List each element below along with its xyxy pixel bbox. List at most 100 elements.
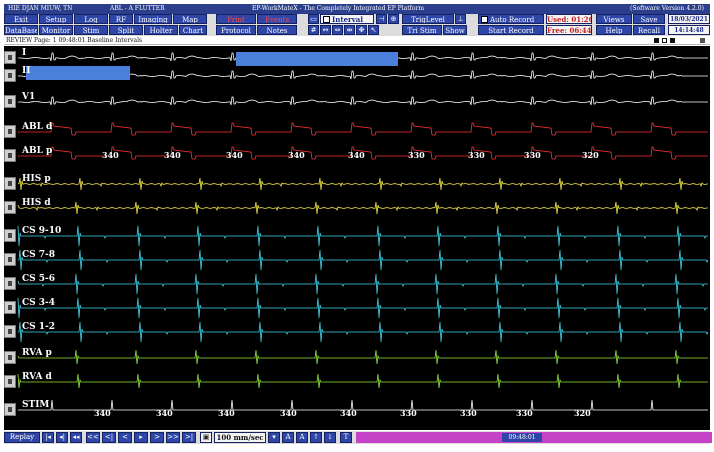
database-button[interactable]: DataBase (4, 25, 38, 35)
forward-icon[interactable]: > (150, 432, 164, 443)
protocol-button[interactable]: Protocol (216, 25, 256, 35)
notes-button[interactable]: Notes (257, 25, 297, 35)
rf-button[interactable]: RF (109, 14, 133, 24)
last-page-icon[interactable]: >| (182, 432, 196, 443)
scroll-down-icon[interactable]: ↓ (324, 432, 336, 443)
channel-handle[interactable] (4, 177, 16, 190)
speed-down-icon[interactable]: ▾ (268, 432, 280, 443)
auto-record-checkbox[interactable] (481, 16, 488, 23)
waveform-rva-d (17, 373, 708, 389)
channel-handle[interactable] (4, 149, 16, 162)
trigger-adjust-icon[interactable]: ⊥ (455, 14, 466, 24)
monitor-button[interactable]: Monitor (39, 25, 73, 35)
print-button[interactable]: Print (216, 14, 256, 24)
redaction-block (26, 66, 130, 80)
app-window: HIE DJAN MIUW, TN ABL - A FLUTTER EP-Wor… (0, 0, 714, 452)
zoom-icon[interactable]: ⊕ (388, 14, 399, 24)
interval-checkbox[interactable] (323, 16, 330, 23)
auto-record-toggle[interactable]: Auto Record (478, 14, 544, 24)
grid-icon[interactable]: # (308, 25, 319, 35)
waveform-stim (18, 399, 708, 411)
trig-level-button[interactable]: TrigLevel (402, 14, 454, 24)
channel-label: I (22, 48, 27, 58)
interval-value: 340 (94, 408, 111, 418)
stim-button[interactable]: Stim (74, 25, 108, 35)
waveform-cs-3-4 (17, 297, 708, 319)
channel-handle[interactable] (4, 229, 16, 242)
help-button[interactable]: Help (596, 25, 632, 35)
interval-toggle[interactable]: Interval (320, 14, 374, 24)
close-pane-icon[interactable] (700, 38, 705, 43)
channel-label: ABL p (22, 146, 53, 156)
interval-value: 340 (288, 150, 305, 160)
caliper-icon[interactable]: ⊣ (376, 14, 387, 24)
replay-button[interactable]: Replay (4, 432, 40, 443)
channel-handle[interactable] (4, 277, 16, 290)
arrow-icon[interactable]: ↖ (368, 25, 379, 35)
gain-icon[interactable]: A (282, 432, 294, 443)
channel-handle[interactable] (4, 301, 16, 314)
channel-handle[interactable] (4, 403, 16, 416)
channel-label: HIS p (22, 174, 51, 184)
back-icon[interactable]: < (118, 432, 132, 443)
fast-forward-icon[interactable]: >> (166, 432, 180, 443)
imaging-button[interactable]: Imaging (134, 14, 172, 24)
rewind-icon[interactable]: << (86, 432, 100, 443)
ecg-display[interactable]: I II V1 ABL d ABL p HIS p HIS d CS 9-10 CS 7-8 CS… (4, 46, 710, 430)
chart-button[interactable]: Chart (179, 25, 207, 35)
prev-mark-icon[interactable]: ◂| (56, 432, 68, 443)
exit-button[interactable]: Exit (4, 14, 38, 24)
free-time: Free: 06:44 (546, 25, 592, 35)
scroll-up-icon[interactable]: ↑ (310, 432, 322, 443)
channel-handle[interactable] (4, 201, 16, 214)
channel-label: HIS d (22, 198, 51, 208)
play-icon[interactable]: ▸ (134, 432, 148, 443)
review-bar: REVIEW Page: 1 09:48:01 Baseline Interva… (4, 37, 710, 45)
monitor-icon[interactable]: ▭ (308, 14, 319, 24)
save-button[interactable]: Save (633, 14, 665, 24)
first-page-icon[interactable]: |◂ (42, 432, 54, 443)
date-display: 18/03/2021 (668, 14, 710, 24)
fit-width-icon[interactable]: ↔ (320, 25, 331, 35)
expand-icon[interactable]: ⇔ (332, 25, 343, 35)
holter-button[interactable]: Holter (144, 25, 178, 35)
channel-label: RVA d (22, 372, 52, 382)
playback-bar: Replay |◂ ◂| ◂◂ << <| < ▸ > >> >| ▣ 100 … (4, 431, 712, 444)
channel-handle[interactable] (4, 95, 16, 108)
start-record-button[interactable]: Start Record (478, 25, 544, 35)
sweep-speed[interactable]: 100 mm/sec (214, 432, 266, 443)
layout-icon[interactable] (670, 38, 675, 43)
channel-handle[interactable] (4, 325, 16, 338)
log-button[interactable]: Log (74, 14, 108, 24)
channel-handle[interactable] (4, 351, 16, 364)
interval-value: 340 (156, 408, 173, 418)
text-tool-icon[interactable]: T (340, 432, 352, 443)
tri-stim-button[interactable]: Tri Stim (402, 25, 442, 35)
lock-icon[interactable]: ▣ (200, 432, 212, 443)
step-back-icon[interactable]: <| (102, 432, 116, 443)
channel-handle[interactable] (4, 375, 16, 388)
move-icon[interactable]: ✥ (356, 25, 367, 35)
recall-button[interactable]: Recall (633, 25, 665, 35)
map-button[interactable]: Map (173, 14, 207, 24)
channel-handle[interactable] (4, 253, 16, 266)
views-button[interactable]: Views (596, 14, 632, 24)
split-button[interactable]: Split (109, 25, 143, 35)
window-box-icon[interactable] (662, 38, 667, 43)
show-button[interactable]: Show (443, 25, 467, 35)
auto-record-label: Auto Record (490, 16, 535, 24)
interval-value: 330 (460, 408, 477, 418)
channel-handle[interactable] (4, 51, 16, 64)
compress-icon[interactable]: ⇹ (344, 25, 355, 35)
channel-handle[interactable] (4, 69, 16, 82)
setup-button[interactable]: Setup (39, 14, 73, 24)
interval-value: 320 (574, 408, 591, 418)
window-restore-icon[interactable] (654, 38, 659, 43)
amplitude-icon[interactable]: A (296, 432, 308, 443)
review-info: REVIEW Page: 1 09:48:01 Baseline Interva… (6, 37, 143, 44)
channel-handle[interactable] (4, 125, 16, 138)
patient-name: HIE DJAN MIUW, TN (8, 5, 73, 12)
prev-event-icon[interactable]: ◂◂ (70, 432, 82, 443)
events-button[interactable]: Events (257, 14, 297, 24)
channel-label: STIM (22, 400, 50, 410)
